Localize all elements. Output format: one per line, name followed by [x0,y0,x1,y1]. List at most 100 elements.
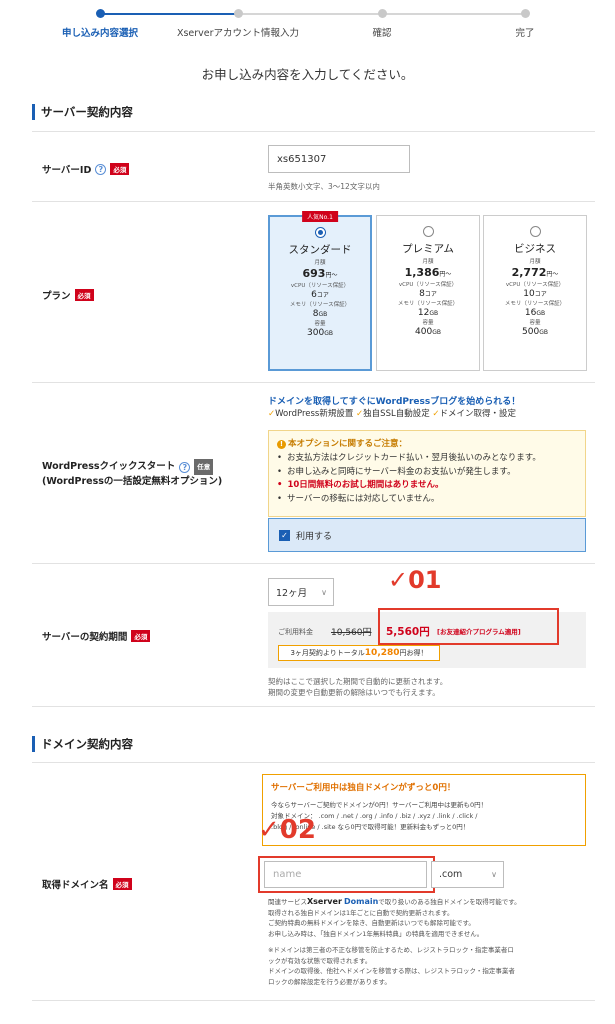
notice-title: 本オプションに関するご注意： [277,437,577,449]
domain-desc-line: 取得される独自ドメインは1年ごとに自動で契約更新されます。 [268,908,454,917]
discounted-price: 5,560円 [386,626,430,638]
promo-title: サーバーご利用中は独自ドメインがずっと0円！ [271,783,456,793]
plan-radio[interactable] [422,226,434,237]
feature-item: WordPress新規設置 [275,409,354,419]
check-icon: ✓ [432,409,440,419]
disk-label: 容量 [529,320,541,326]
domain-label-text: 取得ドメイン名 [42,880,109,891]
domain-note-line: ックが有効な状態で取得されます。 [268,956,372,965]
checkbox-checked-icon[interactable]: ✓ [279,529,290,541]
wordpress-features: ✓WordPress新規設置 ✓独自SSL自動設定 ✓ドメイン取得・設定 [268,407,516,419]
optional-badge: 任意 [194,459,214,475]
server-id-hint: 半角英数小文字、3～12文字以内 [268,182,380,191]
divider [32,706,595,707]
total-savings-badge: 3ヶ月契約よりトータル 10,280 円お得！ [278,645,440,661]
memory-label: メモリ（リソース保証） [504,301,566,307]
fee-label: ご利用料金 [278,628,313,636]
plan-radio[interactable] [529,226,541,237]
step-account: Xserverアカウント情報入力 [158,0,318,39]
domain-label: 取得ドメイン名 必須 [42,877,132,891]
feature-item: 独自SSL自動設定 [363,409,430,419]
step-dot [95,9,105,18]
wordpress-sublabel: (WordPressの一括設定無料オプション) [42,476,223,487]
plan-label: プラン 必須 [42,288,94,302]
disk-label: 容量 [422,320,434,326]
disk-value: 300GB [307,328,333,338]
wordpress-label: WordPressクイックスタート ? 任意 (WordPressの一括設定無料… [42,459,222,489]
period-select-value: 12ヶ月 [276,588,308,599]
plan-card-standard[interactable]: 人気No.1 スタンダード 月額 693円～ vCPU（リソース保証） 6コア … [268,211,372,371]
promo-text: .blog / .online / .site なら0円で取得可能！更新料金もず… [271,823,470,831]
help-icon[interactable]: ? [95,163,107,175]
period-label-text: サーバーの契約期間 [42,632,128,643]
step-label: 完了 [515,28,535,39]
section-title-domain: ドメイン契約内容 [32,736,133,752]
section-title-server: サーバー契約内容 [32,104,133,120]
memory-value: 8GB [312,309,328,319]
option-notice-box: 本オプションに関するご注意： お支払方法はクレジットカード払い・翌月後払いのみと… [268,430,586,517]
server-id-input[interactable]: xs651307 [268,145,410,173]
annotation-01: ✓01 [388,566,442,594]
popular-badge: 人気No.1 [302,211,338,222]
wordpress-label-text: WordPressクイックスタート [42,461,176,472]
step-confirm: 確認 [302,0,462,39]
notice-item-warning: 10日間無料のお試し期間はありません。 [277,479,577,493]
divider [32,1000,595,1001]
use-option-checkbox[interactable]: ✓ 利用する [268,518,586,552]
plan-card-business[interactable]: ビジネス 月額 2,772円～ vCPU（リソース保証） 10コア メモリ（リソ… [483,215,587,371]
plan-card-premium[interactable]: プレミアム 月額 1,386円～ vCPU（リソース保証） 8コア メモリ（リソ… [376,215,480,371]
plan-price: 2,772円～ [511,266,559,279]
domain-note-line: ※ドメインは第三者の不正な移管を防止するため、レジストラロック・指定事業者ロ [268,946,514,954]
domain-name-input[interactable]: name [264,861,427,888]
monthly-label: 月額 [422,259,434,265]
vcpu-label: vCPU（リソース保証） [290,283,350,289]
plan-name: プレミアム [402,243,454,255]
page-intro: お申し込み内容を入力してください。 [201,67,414,82]
required-badge: 必須 [131,630,151,642]
required-badge: 必須 [110,163,130,175]
plan-radio[interactable] [314,227,326,238]
required-badge: 必須 [112,878,132,890]
vcpu-label: vCPU（リソース保証） [398,282,458,288]
original-price: 10,560円 [331,628,372,638]
period-label: サーバーの契約期間 必須 [42,629,151,643]
domain-description: 関連サービスXserver Domainで取り扱いのある独自ドメインを取得可能で… [268,897,588,987]
vcpu-value: 8コア [419,289,437,299]
period-select[interactable]: 12ヶ月 ∨ [268,578,334,606]
annotation-02: ✓02 [258,815,316,845]
use-option-label: 利用する [296,531,333,542]
step-label: 確認 [372,28,392,39]
help-icon[interactable]: ? [179,461,191,473]
step-dot [377,9,387,18]
step-complete: 完了 [445,0,605,39]
step-label: 申し込み内容選択 [61,28,138,39]
plan-price: 693円～ [302,267,338,280]
disk-label: 容量 [314,321,326,327]
notice-item: お申し込みと同時にサーバー料金のお支払いが発生します。 [277,466,577,480]
step-selection: 申し込み内容選択 [20,0,180,39]
disk-value: 400GB [415,327,441,337]
divider [32,382,595,383]
step-dot [233,9,243,18]
plan-label-text: プラン [42,291,71,302]
divider [32,201,595,202]
feature-item: ドメイン取得・設定 [439,409,517,419]
domain-desc-line: お申し込み時は、「独自ドメイン1年無料特典」の特典を適用できません。 [268,929,484,938]
domain-note-line: ロックの解除設定を行う必要があります。 [268,977,391,986]
tld-select-value: .com [439,869,463,880]
wordpress-headline: ドメインを取得してすぐにWordPressブログを始められる！ [268,397,521,407]
tld-select[interactable]: .com ∨ [431,861,504,888]
vcpu-value: 6コア [311,290,329,300]
disk-value: 500GB [522,327,548,337]
divider [32,563,595,564]
monthly-label: 月額 [314,260,326,266]
monthly-label: 月額 [529,259,541,265]
promo-text: 対象ドメイン： .com / .net / .org / .info / .bi… [271,812,478,820]
server-id-label-text: サーバーID [42,165,92,176]
step-dot [520,9,530,18]
progress-stepper: 申し込み内容選択 Xserverアカウント情報入力 確認 完了 [0,0,615,46]
notice-list: お支払方法はクレジットカード払い・翌月後払いのみとなります。 お申し込みと同時に… [277,452,577,506]
step-label: Xserverアカウント情報入力 [176,28,300,39]
divider [32,131,595,132]
plan-name: スタンダード [288,244,352,256]
